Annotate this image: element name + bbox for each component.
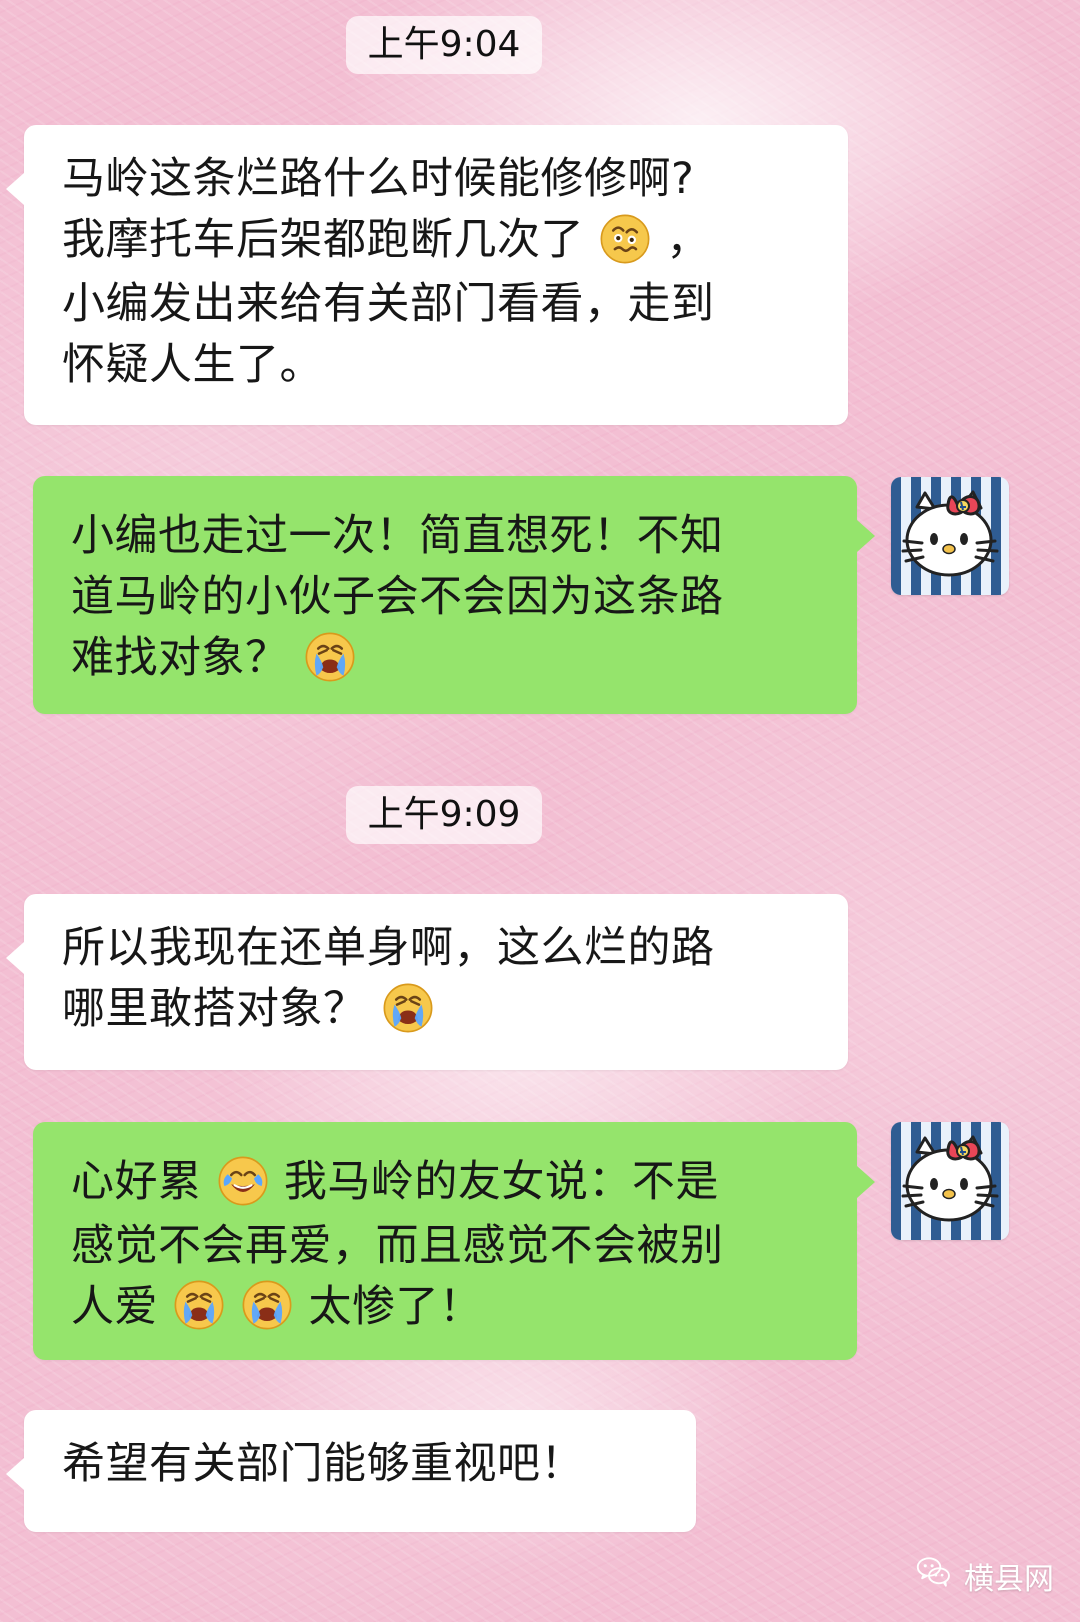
message-line: 所以我现在还单身啊，这么烂的路 [62,923,715,973]
message-fragment: 心好累 [71,1157,202,1207]
incoming-message-3: 希望有关部门能够重视吧！ [6,1410,696,1532]
message-line: 小编发出来给有关部门看看，走到 [62,278,715,329]
timestamp-text: 上午9:04 [367,24,521,65]
watermark: 横县网 [914,1552,1054,1600]
incoming-message-1: 马岭这条烂路什么时候能修修啊? 我摩托车后架都跑断几次了 ， 小编发出来给有关部… [6,125,848,425]
chat-screen: 上午9:04 马岭这条烂路什么时候能修修啊? 我摩托车后架都跑断几次了 ， 小编… [0,0,1080,1622]
message-line: 感觉不会再爱，而且感觉不会被别 [71,1220,724,1271]
message-line: 哪里敢搭对象？ [62,979,810,1043]
timestamp-second: 上午9:09 [346,786,542,844]
watermark-text: 横县网 [964,1562,1054,1597]
incoming-message-2: 所以我现在还单身啊，这么烂的路 哪里敢搭对象？ [6,894,848,1070]
loudly-crying-face-icon [240,1278,294,1340]
outgoing-message-2: 心好累 我马岭的友女说：不是 感觉不会再爱，而且感觉不会被别 人爱 太惨了！ [33,1122,875,1360]
wechat-icon [914,1552,954,1600]
message-line: 心好累 我马岭的友女说：不是 [71,1152,819,1216]
hello-kitty-avatar-icon[interactable] [891,1122,1009,1240]
loudly-crying-face-icon [303,630,357,692]
message-line: 人爱 太惨了！ [71,1277,819,1341]
timestamp-text: 上午9:09 [367,794,521,835]
message-fragment: 哪里敢搭对象？ [62,984,367,1034]
outgoing-message-1: 小编也走过一次！简直想死！不知 道马岭的小伙子会不会因为这条路 难找对象？ [33,476,875,714]
loudly-crying-face-icon [381,981,435,1043]
message-fragment: ， [666,215,710,265]
loudly-crying-face-icon [172,1278,226,1340]
message-fragment: 太惨了！ [308,1281,483,1332]
timestamp-first: 上午9:04 [346,16,542,74]
message-line: 希望有关部门能够重视吧！ [62,1439,584,1489]
woozy-face-icon [598,212,652,274]
message-fragment: 我马岭的友女说：不是 [283,1157,719,1207]
message-line: 难找对象？ [71,628,819,692]
message-fragment: 人爱 [71,1281,158,1332]
message-line: 怀疑人生了。 [62,339,323,390]
hello-kitty-avatar-icon[interactable] [891,477,1009,595]
message-line: 马岭这条烂路什么时候能修修啊? [62,154,695,204]
message-line: 小编也走过一次！简直想死！不知 [71,511,724,561]
message-line: 我摩托车后架都跑断几次了 ， [62,210,810,274]
message-fragment: 难找对象？ [71,633,289,683]
message-line: 道马岭的小伙子会不会因为这条路 [71,572,724,622]
face-with-tears-of-joy-icon [216,1154,270,1216]
message-fragment: 我摩托车后架都跑断几次了 [62,215,584,265]
